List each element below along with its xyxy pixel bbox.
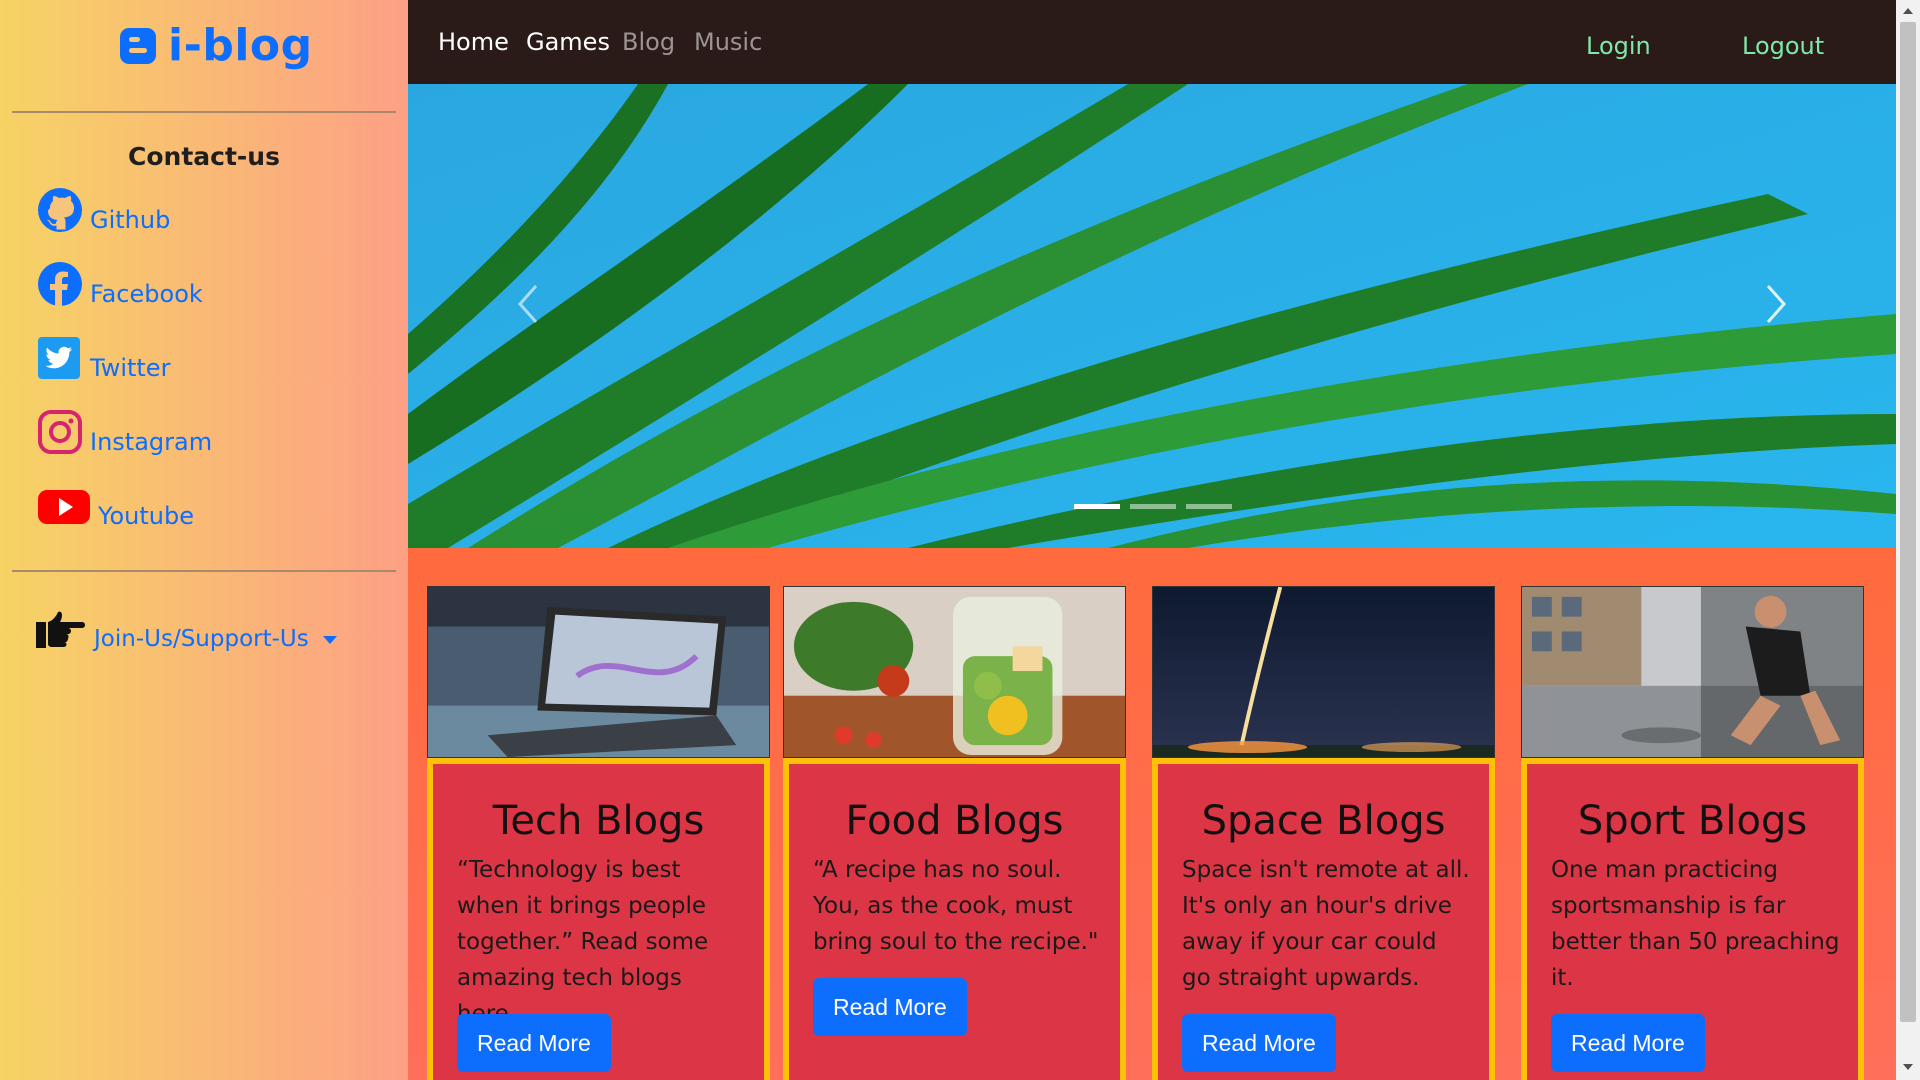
carousel-indicator[interactable] [1130, 504, 1176, 509]
card-image [427, 586, 770, 758]
card-body: Space Blogs Space isn't remote at all. I… [1152, 758, 1495, 1080]
top-navbar: Home Games Blog Music Login Logout [408, 0, 1896, 84]
social-label: Instagram [90, 428, 213, 456]
card-text: Space isn't remote at all. It's only an … [1182, 857, 1470, 991]
card-text: “A recipe has no soul. You, as the cook,… [813, 857, 1099, 955]
join-label: Join-Us/Support-Us [94, 626, 309, 652]
youtube-icon [38, 490, 90, 524]
card-text: “Technology is best when it brings peopl… [457, 857, 709, 1027]
scrollbar-thumb[interactable] [1900, 22, 1916, 1022]
github-icon [38, 188, 82, 232]
blog-cards-section: Tech Blogs “Technology is best when it b… [408, 548, 1896, 1080]
sidebar: i-blog Contact-us Github Facebook Twitte… [0, 0, 408, 1080]
vertical-scrollbar[interactable] [1896, 0, 1920, 1080]
card-image [1521, 586, 1864, 758]
carousel-slide-image [408, 84, 1896, 548]
blog-card-tech: Tech Blogs “Technology is best when it b… [427, 586, 770, 1080]
blog-card-space: Space Blogs Space isn't remote at all. I… [1152, 586, 1495, 1080]
read-more-button[interactable]: Read More [1551, 1014, 1705, 1072]
login-link[interactable]: Login [1586, 32, 1651, 60]
logout-link[interactable]: Logout [1742, 32, 1824, 60]
laptop-image [428, 587, 769, 757]
join-support-dropdown[interactable]: Join-Us/Support-Us [34, 610, 337, 652]
social-label: Facebook [90, 280, 203, 308]
caret-down-icon [322, 636, 337, 644]
carousel-indicators [1074, 504, 1232, 509]
scroll-up-arrow-icon[interactable] [1903, 8, 1913, 14]
hero-carousel [408, 84, 1896, 548]
blog-card-food: Food Blogs “A recipe has no soul. You, a… [783, 586, 1126, 1080]
contact-title: Contact-us [128, 142, 280, 171]
nav-games[interactable]: Games [526, 28, 610, 56]
twitter-icon [38, 337, 80, 379]
card-title: Food Blogs [845, 798, 1064, 844]
card-title: Space Blogs [1201, 798, 1446, 844]
social-label: Youtube [98, 502, 194, 530]
card-title: Sport Blogs [1577, 798, 1808, 844]
social-link-twitter[interactable]: Twitter [36, 334, 170, 382]
social-label: Twitter [90, 354, 171, 382]
card-body: Sport Blogs One man practicing sportsman… [1521, 758, 1864, 1080]
scroll-down-arrow-icon[interactable] [1903, 1064, 1913, 1070]
card-title: Tech Blogs [492, 798, 705, 844]
nav-home[interactable]: Home [438, 28, 509, 56]
instagram-icon [38, 410, 82, 454]
carousel-indicator[interactable] [1186, 504, 1232, 509]
carousel-next-button[interactable] [1756, 280, 1796, 328]
social-link-youtube[interactable]: Youtube [36, 482, 194, 530]
card-body: Food Blogs “A recipe has no soul. You, a… [783, 758, 1126, 1080]
read-more-button[interactable]: Read More [457, 1014, 611, 1072]
card-body: Tech Blogs “Technology is best when it b… [427, 758, 770, 1080]
nav-music[interactable]: Music [694, 28, 762, 56]
card-text: One man practicing sportsmanship is far … [1551, 857, 1840, 991]
carousel-indicator[interactable] [1074, 504, 1120, 509]
divider [12, 111, 396, 113]
brand-name: i-blog [168, 20, 313, 71]
social-link-instagram[interactable]: Instagram [36, 408, 212, 456]
social-label: Github [90, 206, 171, 234]
facebook-icon [38, 262, 82, 306]
social-link-facebook[interactable]: Facebook [36, 260, 203, 308]
read-more-button[interactable]: Read More [1182, 1014, 1336, 1072]
runner-image [1522, 587, 1863, 757]
pointing-hand-icon [36, 611, 85, 648]
read-more-button[interactable]: Read More [813, 978, 967, 1036]
card-image [783, 586, 1126, 758]
social-link-github[interactable]: Github [36, 186, 170, 234]
card-image [1152, 586, 1495, 758]
food-jar-image [784, 587, 1125, 757]
brand[interactable]: i-blog [118, 20, 313, 71]
blogger-icon [120, 27, 156, 64]
divider [12, 570, 396, 572]
carousel-prev-button[interactable] [508, 280, 548, 328]
rocket-launch-image [1153, 587, 1494, 757]
nav-blog[interactable]: Blog [622, 28, 675, 56]
blog-card-sport: Sport Blogs One man practicing sportsman… [1521, 586, 1864, 1080]
